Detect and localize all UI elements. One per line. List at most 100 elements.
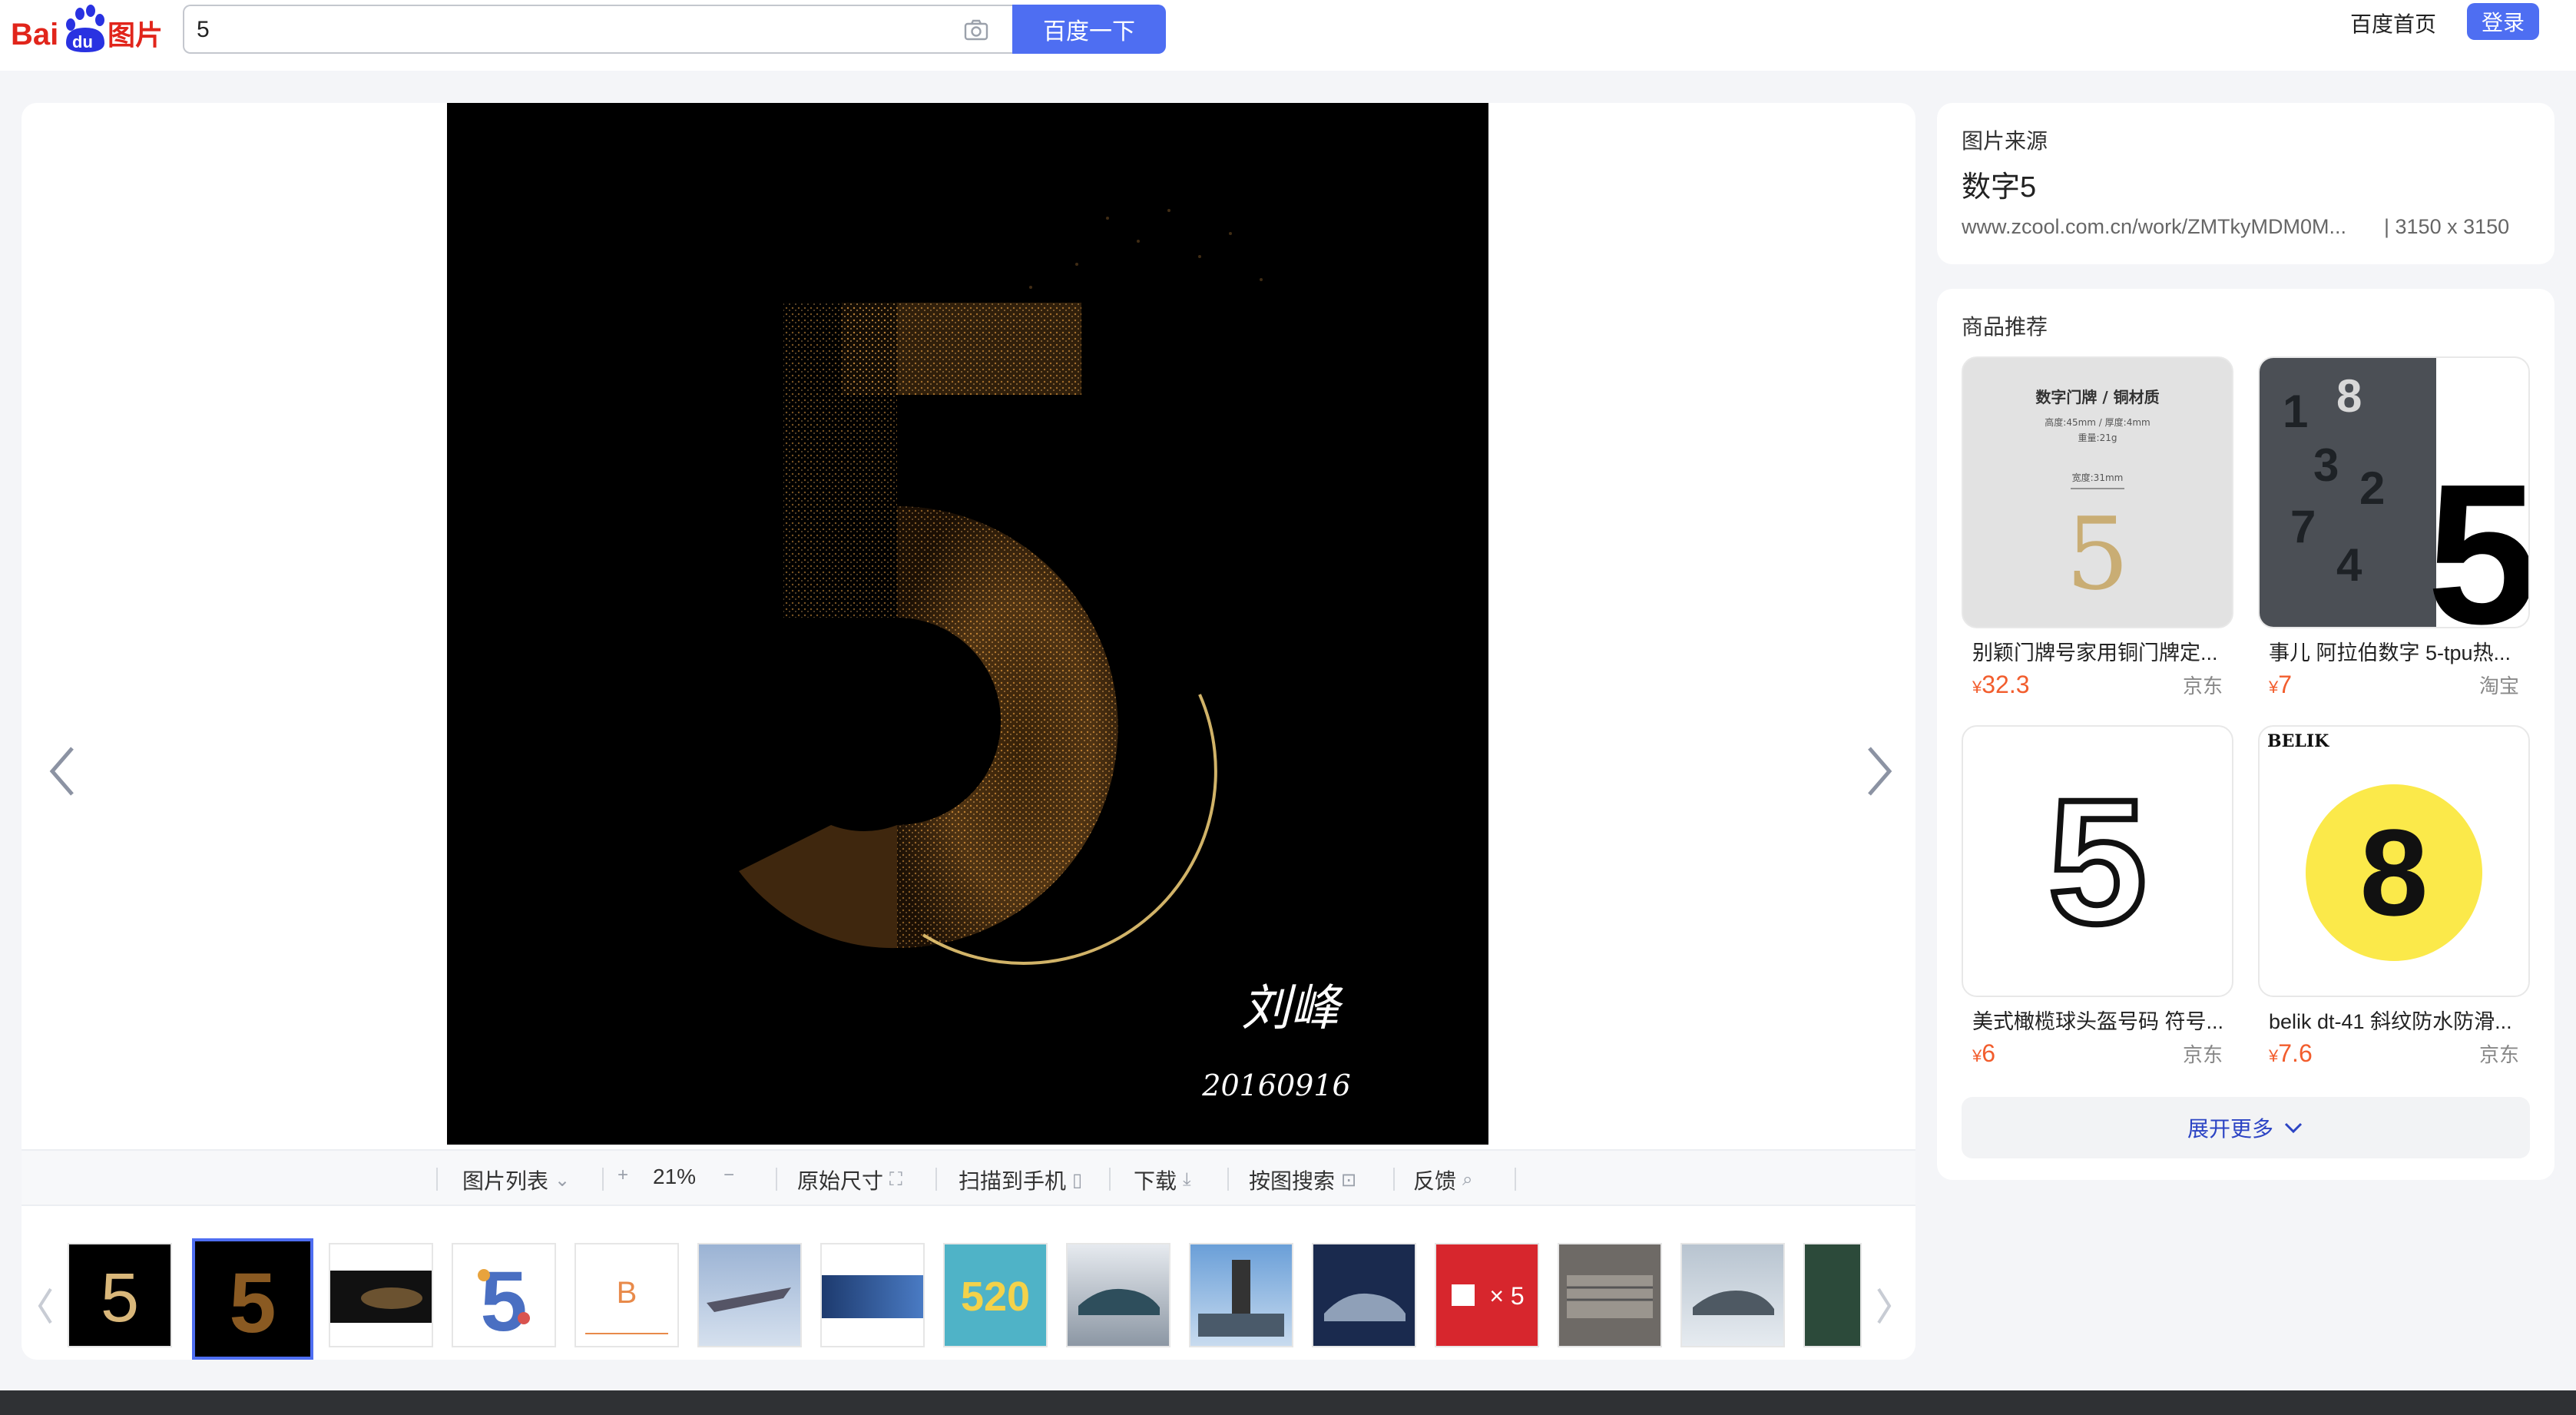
svg-text:刘峰: 刘峰 [1241, 980, 1343, 1037]
top-header: Bai du 图片 百度一下 百度首页 登录 [0, 0, 2576, 71]
product-card[interactable]: 813 274 5 事儿 阿拉伯数字 5-tpu热... ¥7 淘宝 [2258, 356, 2530, 699]
thumbs-prev-arrow-icon[interactable] [34, 1283, 57, 1329]
minus-icon: − [723, 1165, 735, 1185]
download-label: 下载 [1134, 1169, 1177, 1193]
chevron-circle-icon: ⌄ [555, 1169, 571, 1191]
svg-text:520: 520 [961, 1274, 1030, 1320]
scan-to-phone-button[interactable]: 扫描到手机 ▯ [959, 1165, 1082, 1195]
zoom-in-button[interactable]: + [618, 1165, 628, 1186]
product-price: ¥32.3 [1972, 671, 2030, 698]
product-title[interactable]: 事儿 阿拉伯数字 5-tpu热... [2258, 636, 2522, 666]
thumbnail-strip: 5 5 5 B 520 × 5 [22, 1214, 1915, 1360]
svg-text:du: du [72, 32, 93, 51]
main-image[interactable]: 刘峰 20160916 [447, 103, 1488, 1145]
svg-text:B: B [617, 1276, 637, 1310]
thumbnail[interactable] [1189, 1243, 1293, 1347]
svg-text:高度:45mm / 厚度:4mm: 高度:45mm / 厚度:4mm [2045, 416, 2150, 428]
svg-text:8: 8 [2360, 804, 2429, 941]
phone-icon: ▯ [1072, 1169, 1083, 1191]
svg-text:3: 3 [2313, 439, 2339, 491]
product-card[interactable]: 数字门牌 / 铜材质 高度:45mm / 厚度:4mm 重量:21g 宽度:31… [1962, 356, 2233, 699]
search-button[interactable]: 百度一下 [1012, 5, 1166, 54]
original-size-button[interactable]: 原始尺寸 ⛶ [797, 1165, 902, 1195]
zoom-level: 21% [653, 1165, 697, 1188]
thumbnail[interactable]: × 5 [1435, 1243, 1539, 1347]
svg-text:Bai: Bai [11, 18, 58, 51]
product-price: ¥6 [1972, 1039, 1996, 1067]
svg-text:1: 1 [2283, 386, 2308, 437]
thumbnail[interactable]: 520 [943, 1243, 1048, 1347]
thumbs-next-arrow-icon[interactable] [1872, 1283, 1896, 1329]
product-shop: 淘宝 [2478, 674, 2519, 698]
toolbar-divider [776, 1168, 777, 1191]
source-title[interactable]: 数字5 [1962, 163, 2036, 205]
thumbnail[interactable]: 5 [68, 1243, 172, 1347]
login-button[interactable]: 登录 [2467, 3, 2539, 40]
svg-text:重量:21g: 重量:21g [2078, 432, 2117, 443]
thumbnail-selected[interactable]: 5 [192, 1238, 313, 1360]
product-image[interactable]: BELIK 8 [2258, 725, 2530, 997]
svg-text:4: 4 [2336, 539, 2362, 591]
thumbnail[interactable] [1066, 1243, 1170, 1347]
toolbar-divider [436, 1168, 438, 1191]
svg-text:5: 5 [2066, 495, 2130, 612]
thumbnail[interactable] [329, 1243, 433, 1347]
download-icon: ⤓ [1183, 1169, 1191, 1190]
svg-text:图片: 图片 [108, 20, 163, 51]
previous-image-arrow-icon[interactable] [41, 741, 88, 802]
product-card[interactable]: 5 美式橄榄球头盔号码 符号... ¥6 京东 [1962, 725, 2233, 1068]
camera-icon[interactable] [963, 17, 989, 43]
thumbnail[interactable] [1558, 1243, 1662, 1347]
feedback-label: 反馈 [1413, 1169, 1457, 1193]
thumbnail[interactable] [697, 1243, 802, 1347]
search-by-image-button[interactable]: 按图搜索 ⊡ [1249, 1165, 1356, 1195]
bottom-bar [0, 1390, 2576, 1415]
product-title[interactable]: belik dt-41 斜纹防水防滑... [2258, 1005, 2522, 1035]
feedback-button[interactable]: 反馈 ⌕ [1413, 1165, 1472, 1195]
thumbnail[interactable]: B [574, 1243, 679, 1347]
product-card[interactable]: BELIK 8 belik dt-41 斜纹防水防滑... ¥7.6 京东 [2258, 725, 2530, 1068]
product-title[interactable]: 别颖门牌号家用铜门牌定... [1962, 636, 2226, 666]
chevron-down-icon [2284, 1122, 2303, 1134]
product-image[interactable]: 813 274 5 [2258, 356, 2530, 628]
next-image-arrow-icon[interactable] [1854, 741, 1900, 802]
search-input[interactable] [195, 6, 935, 54]
svg-text:× 5: × 5 [1489, 1282, 1524, 1310]
toolbar-divider [1109, 1168, 1111, 1191]
product-price: ¥7 [2269, 671, 2293, 698]
thumbnail[interactable] [820, 1243, 925, 1347]
source-label: 图片来源 [1962, 129, 2048, 153]
product-image[interactable]: 数字门牌 / 铜材质 高度:45mm / 厚度:4mm 重量:21g 宽度:31… [1962, 356, 2233, 628]
image-list-button[interactable]: 图片列表 ⌄ [462, 1165, 570, 1195]
download-button[interactable]: 下载 ⤓ [1134, 1165, 1191, 1195]
product-title[interactable]: 美式橄榄球头盔号码 符号... [1962, 1005, 2226, 1035]
product-price: ¥7.6 [2269, 1039, 2313, 1067]
expand-more-button[interactable]: 展开更多 [1962, 1097, 2530, 1158]
baidu-home-link[interactable]: 百度首页 [2350, 8, 2436, 38]
source-url[interactable]: www.zcool.com.cn/work/ZMTkyMDM0M... [1962, 215, 2361, 239]
search-box [183, 5, 1012, 54]
thumbnail[interactable] [1803, 1243, 1862, 1347]
thumbnail[interactable] [1312, 1243, 1416, 1347]
toolbar-divider [935, 1168, 937, 1191]
svg-text:5: 5 [229, 1256, 276, 1350]
toolbar-divider [1515, 1168, 1516, 1191]
svg-text:5: 5 [101, 1260, 139, 1337]
product-shop: 京东 [2182, 1043, 2223, 1066]
products-heading: 商品推荐 [1962, 315, 2048, 339]
image-toolbar: 图片列表 ⌄ + 21% − 原始尺寸 ⛶ 扫描到手机 ▯ 下载 ⤓ 按图搜索 … [22, 1149, 1915, 1206]
image-dimensions: | 3150 x 3150 [2384, 215, 2510, 238]
svg-text:7: 7 [2290, 501, 2316, 552]
toolbar-divider [1227, 1168, 1229, 1191]
baidu-image-logo[interactable]: Bai du 图片 [11, 5, 172, 58]
svg-text:2: 2 [2359, 462, 2385, 514]
image-viewer: 刘峰 20160916 图片列表 ⌄ + 21% − 原始尺寸 ⛶ 扫描到手机 [22, 103, 1915, 1360]
svg-text:5: 5 [2048, 763, 2147, 960]
svg-text:20160916: 20160916 [1201, 1069, 1350, 1102]
thumbnail[interactable] [1680, 1243, 1785, 1347]
svg-text:BELIK: BELIK [2267, 731, 2329, 751]
scan-to-phone-label: 扫描到手机 [959, 1169, 1067, 1193]
product-image[interactable]: 5 [1962, 725, 2233, 997]
zoom-out-button[interactable]: − [723, 1165, 734, 1186]
thumbnail[interactable]: 5 [452, 1243, 556, 1347]
